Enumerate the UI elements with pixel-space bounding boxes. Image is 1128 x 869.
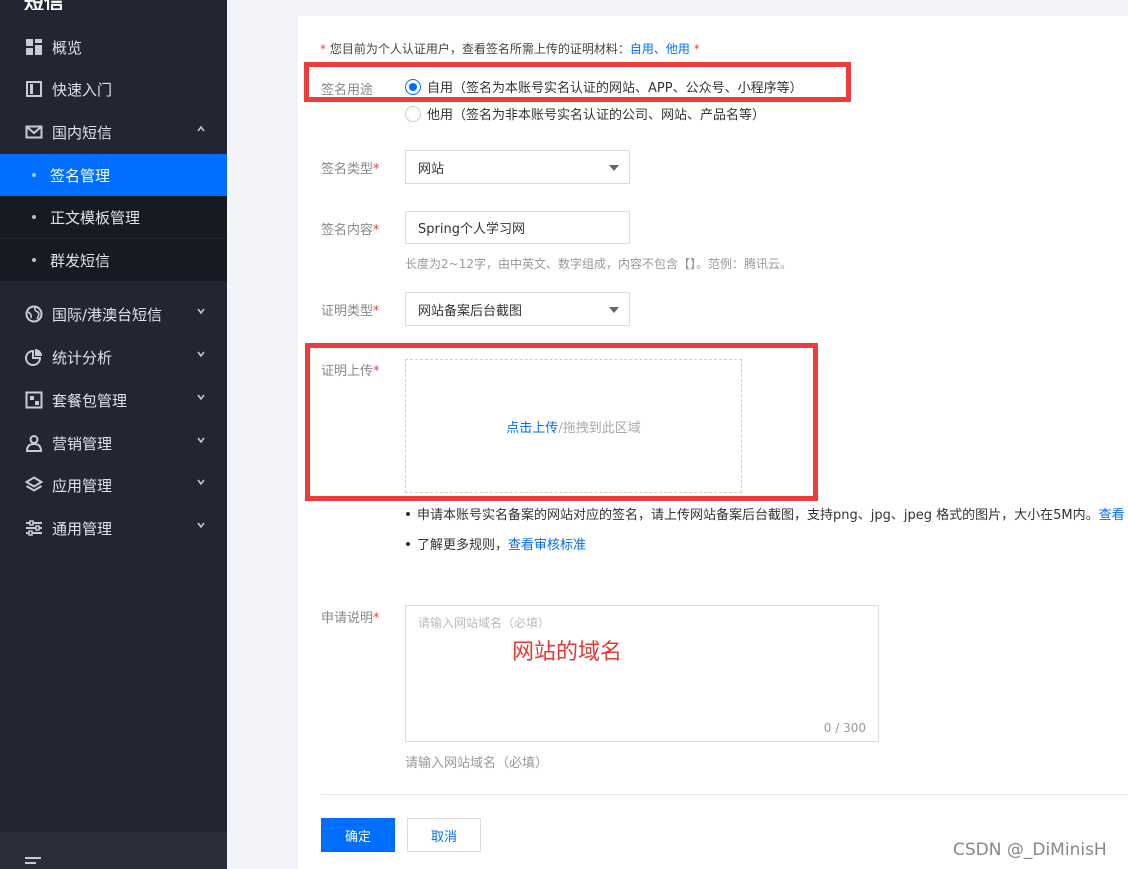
pie-chart-icon <box>25 348 43 366</box>
sidebar-subitem-bulk-sms[interactable]: 群发短信 <box>0 239 227 281</box>
chevron-up-icon <box>197 125 205 132</box>
upload-rule-2: 了解更多规则， 查看审核标准 <box>405 534 586 553</box>
cancel-button[interactable]: 取消 <box>407 818 481 852</box>
sidebar-item-app-mgmt[interactable]: 应用管理 <box>0 464 227 506</box>
layers-icon <box>25 476 43 494</box>
sidebar-item-label: 通用管理 <box>52 519 113 538</box>
sidebar-item-label: 营销管理 <box>52 434 113 453</box>
bullet-dot <box>406 541 410 546</box>
sidebar-item-label: 应用管理 <box>52 476 113 495</box>
annotation-text: 网站的域名 <box>512 640 623 665</box>
bullet-dot <box>32 215 36 219</box>
chevron-down-icon <box>197 351 205 358</box>
select-value: 网站 <box>418 161 445 177</box>
description-label: 申请说明* <box>321 611 380 626</box>
caret-down-icon <box>609 165 619 171</box>
radio-button[interactable] <box>405 105 421 122</box>
book-icon <box>25 80 43 98</box>
sidebar-subitem-template[interactable]: 正文模板管理 <box>0 196 227 238</box>
upload-rule-1: 申请本账号实名备案的网站对应的签名，请上传网站备案后台截图，支持png、jpg、… <box>405 504 1125 523</box>
highlight-box-upload <box>305 343 818 501</box>
textarea-placeholder: 请输入网站域名（必填） <box>418 616 551 630</box>
highlight-box-usage <box>304 62 851 102</box>
sidebar-subitem-signature[interactable]: 签名管理 <box>0 154 227 196</box>
watermark: CSDN @_DiMinisH <box>953 840 1107 860</box>
chevron-down-icon <box>197 522 205 529</box>
chevron-down-icon <box>197 479 205 486</box>
signature-content-input[interactable]: Spring个人学习网 <box>405 211 630 244</box>
sidebar-item-statistics[interactable]: 统计分析 <box>0 336 227 378</box>
grid-icon <box>25 38 43 56</box>
mail-icon <box>25 123 43 141</box>
user-icon <box>25 434 43 452</box>
notice-text: * 您目前为个人认证用户，查看签名所需上传的证明材料：自用、他用 * <box>320 42 700 56</box>
signature-type-label: 签名类型* <box>321 162 380 177</box>
package-icon <box>25 391 43 409</box>
signature-type-select[interactable]: 网站 <box>405 150 630 184</box>
sidebar-item-domestic-sms[interactable]: 国内短信 <box>0 111 227 153</box>
sidebar-item-overview[interactable]: 概览 <box>0 26 227 68</box>
sidebar-item-general-mgmt[interactable]: 通用管理 <box>0 507 227 549</box>
bullet-dot <box>32 173 36 177</box>
description-textarea[interactable]: 请输入网站域名（必填） 0 / 300 <box>405 605 879 742</box>
bullet-dot <box>32 258 36 262</box>
sidebar: 短信 概览 快速入门 国内短信 签名管理 正文模板管理 群发短信 国际/港澳台短 <box>0 0 227 869</box>
sidebar-item-marketing[interactable]: 营销管理 <box>0 422 227 464</box>
caret-down-icon <box>609 307 619 313</box>
signature-content-label: 签名内容* <box>321 223 380 238</box>
sidebar-collapse-bar[interactable] <box>0 832 227 869</box>
proof-type-label: 证明类型* <box>321 304 380 319</box>
proof-type-select[interactable]: 网站备案后台截图 <box>405 292 630 326</box>
chevron-down-icon <box>197 308 205 315</box>
globe-icon <box>25 305 43 323</box>
description-hint: 请输入网站域名（必填） <box>405 756 549 771</box>
view-link[interactable]: 查看 <box>1099 504 1125 523</box>
input-value: Spring个人学习网 <box>418 222 525 237</box>
select-value: 网站备案后台截图 <box>418 303 523 319</box>
sidebar-item-label: 快速入门 <box>52 80 113 99</box>
sidebar-subitem-label: 群发短信 <box>50 251 111 270</box>
divider <box>321 794 1128 795</box>
radio-other-use[interactable]: 他用（签名为非本账号实名认证的公司、网站、产品名等） <box>405 104 765 123</box>
sidebar-item-intl-sms[interactable]: 国际/港澳台短信 <box>0 293 227 335</box>
menu-collapse-icon[interactable] <box>24 856 42 868</box>
sidebar-item-package[interactable]: 套餐包管理 <box>0 379 227 421</box>
signature-content-hint: 长度为2~12字，由中英文、数字组成，内容不包含【】。范例：腾讯云。 <box>405 257 792 271</box>
sidebar-item-label: 国际/港澳台短信 <box>52 305 163 324</box>
sidebar-brand: 短信 <box>0 0 227 10</box>
radio-label: 他用（签名为非本账号实名认证的公司、网站、产品名等） <box>427 108 766 123</box>
sidebar-subitem-label: 正文模板管理 <box>50 208 141 227</box>
chevron-down-icon <box>197 437 205 444</box>
chevron-down-icon <box>197 394 205 401</box>
sidebar-subitem-label: 签名管理 <box>50 166 111 185</box>
sidebar-item-label: 国内短信 <box>52 123 113 142</box>
self-use-link[interactable]: 自用 <box>630 42 654 56</box>
sliders-icon <box>25 519 43 537</box>
sidebar-item-quickstart[interactable]: 快速入门 <box>0 68 227 110</box>
other-use-link[interactable]: 他用 <box>666 42 690 56</box>
review-standard-link[interactable]: 查看审核标准 <box>508 534 586 553</box>
bullet-dot <box>406 511 410 516</box>
sidebar-item-label: 概览 <box>52 38 83 57</box>
confirm-button[interactable]: 确定 <box>321 818 395 852</box>
sidebar-item-label: 套餐包管理 <box>52 391 128 410</box>
sidebar-item-label: 统计分析 <box>52 348 113 367</box>
char-counter: 0 / 300 <box>823 721 866 735</box>
